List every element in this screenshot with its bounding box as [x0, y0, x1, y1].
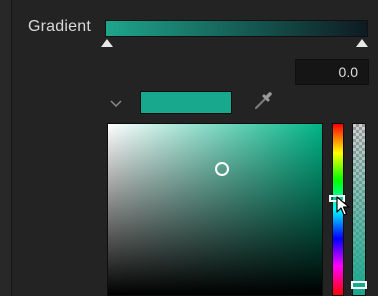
color-swatch[interactable] — [140, 91, 232, 114]
alpha-slider-handle[interactable] — [351, 281, 367, 289]
gradient-stop-right-handle[interactable] — [356, 39, 368, 47]
sv-picker-handle[interactable] — [215, 162, 229, 176]
gradient-label: Gradient — [28, 18, 91, 35]
chevron-down-icon[interactable] — [110, 96, 122, 108]
saturation-value-area[interactable] — [107, 123, 323, 296]
alpha-fill — [353, 124, 365, 295]
alpha-slider[interactable] — [352, 123, 366, 296]
gradient-stop-left-handle[interactable] — [101, 39, 113, 47]
gradient-bar[interactable] — [105, 20, 368, 37]
mouse-pointer-icon — [336, 196, 352, 218]
eyedropper-icon[interactable] — [252, 90, 274, 112]
position-value-field[interactable]: 0.0 — [295, 59, 369, 85]
sv-black-layer — [108, 124, 322, 295]
